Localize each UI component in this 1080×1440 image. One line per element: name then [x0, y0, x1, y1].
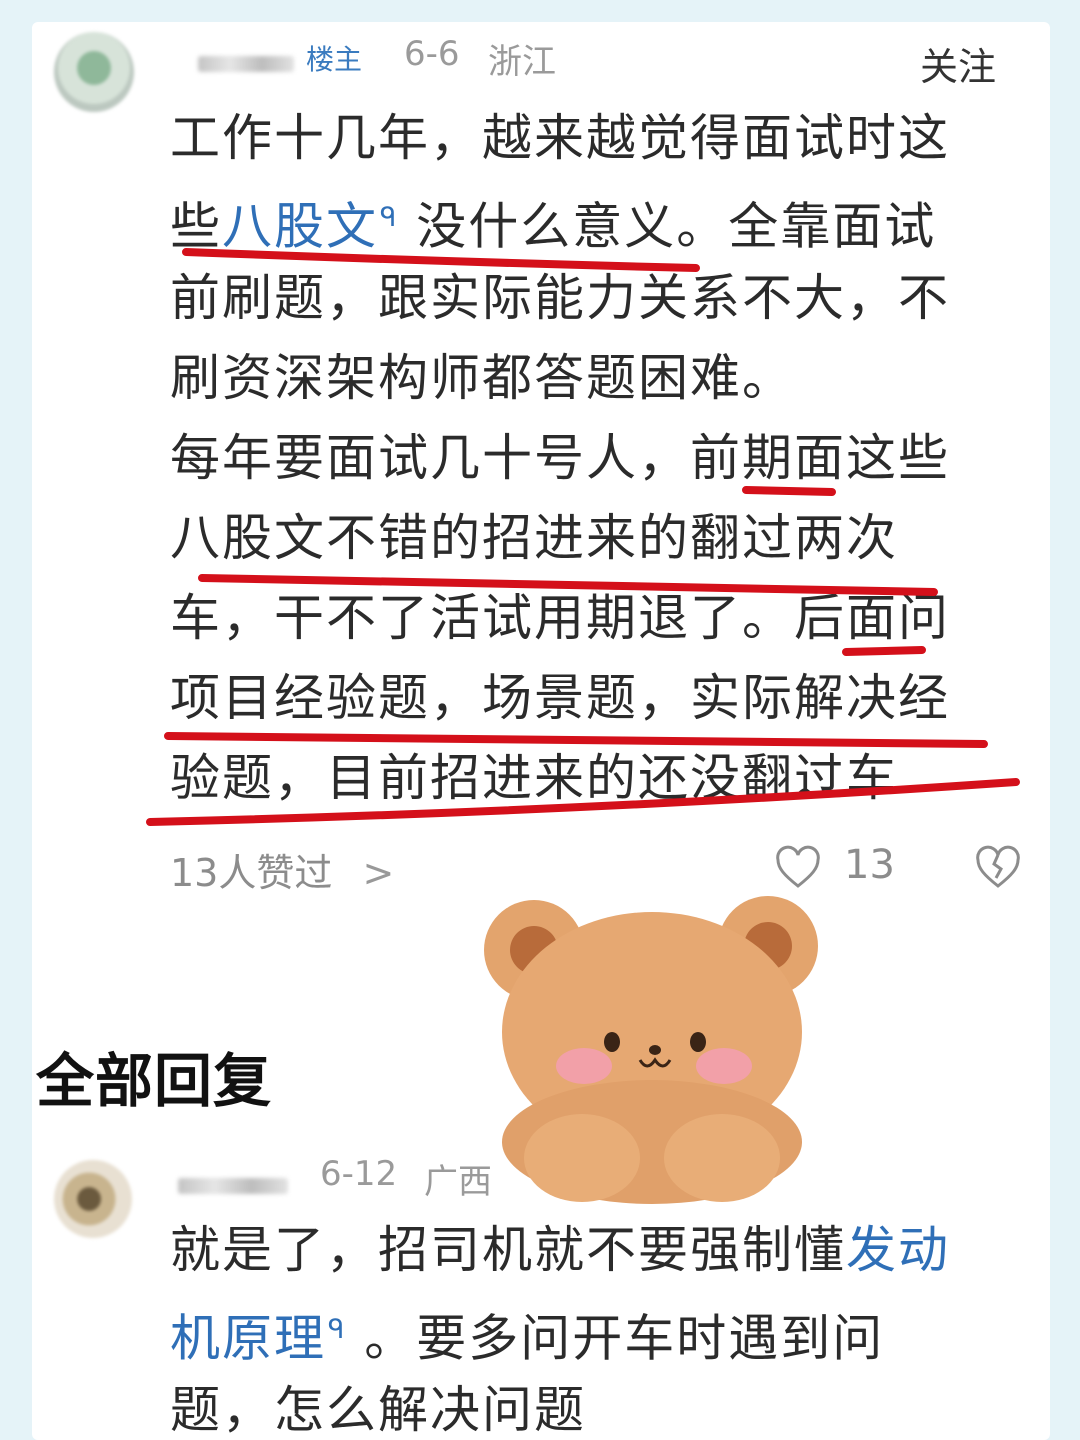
reply-line: 就是了，招司机就不要强制懂发动: [170, 1221, 950, 1279]
post-line: 项目经验题，场景题，实际解决经: [170, 669, 950, 727]
likes-summary[interactable]: 13人赞过 >: [170, 842, 394, 897]
search-icon[interactable]: ᑫ: [380, 203, 398, 233]
keyword-link[interactable]: 机原理: [170, 1310, 326, 1368]
post-card: 楼主 6-6 浙江 关注 工作十几年，越来越觉得面试时这 些八股文ᑫ 没什么意义…: [32, 22, 1050, 1440]
reply-nickname-blurred[interactable]: [178, 1178, 288, 1194]
reply-date: 6-12: [320, 1154, 398, 1194]
post-line: 刷资深架构师都答题困难。: [170, 349, 794, 407]
op-avatar[interactable]: [54, 32, 134, 112]
keyword-link[interactable]: 发动: [846, 1221, 950, 1279]
bear-sticker: [484, 896, 818, 1204]
follow-button[interactable]: 关注: [920, 36, 996, 91]
post-line: 车，干不了活试用期退了。后面问: [170, 589, 950, 647]
reply-body: 就是了，招司机就不要强制懂发动 机原理ᑫ 。要多问开车时遇到问 题，怎么解决问题: [170, 1210, 950, 1440]
post-line: 每年要面试几十号人，前期面这些: [170, 429, 950, 487]
search-icon[interactable]: ᑫ: [328, 1315, 346, 1345]
post-date: 6-6: [404, 34, 460, 74]
reply-line: 题，怎么解决问题: [170, 1381, 586, 1439]
post-location: 浙江: [488, 42, 556, 82]
post-line: 些八股文ᑫ 没什么意义。全靠面试: [170, 197, 937, 256]
post-line: 工作十几年，越来越觉得面试时这: [170, 109, 950, 167]
post-line: 八股文不错的招进来的翻过两次: [170, 509, 898, 567]
post-line: 验题，目前招进来的还没翻过车: [170, 749, 898, 807]
like-count: 13: [844, 842, 895, 888]
post-line: 前刷题，跟实际能力关系不大，不: [170, 269, 950, 327]
all-replies-title: 全部回复: [36, 1047, 273, 1115]
reply-avatar[interactable]: [54, 1160, 132, 1238]
post-body: 工作十几年，越来越觉得面试时这 些八股文ᑫ 没什么意义。全靠面试 前刷题，跟实际…: [170, 98, 950, 818]
likes-text: 13人赞过: [170, 851, 333, 895]
reply-line: 机原理ᑫ 。要多问开车时遇到问: [170, 1309, 885, 1368]
chevron-right-icon: >: [362, 851, 395, 895]
keyword-link[interactable]: 八股文: [222, 198, 378, 256]
op-nickname-blurred[interactable]: [198, 56, 294, 72]
op-badge: 楼主: [306, 43, 363, 76]
broken-heart-icon[interactable]: [974, 844, 1022, 892]
